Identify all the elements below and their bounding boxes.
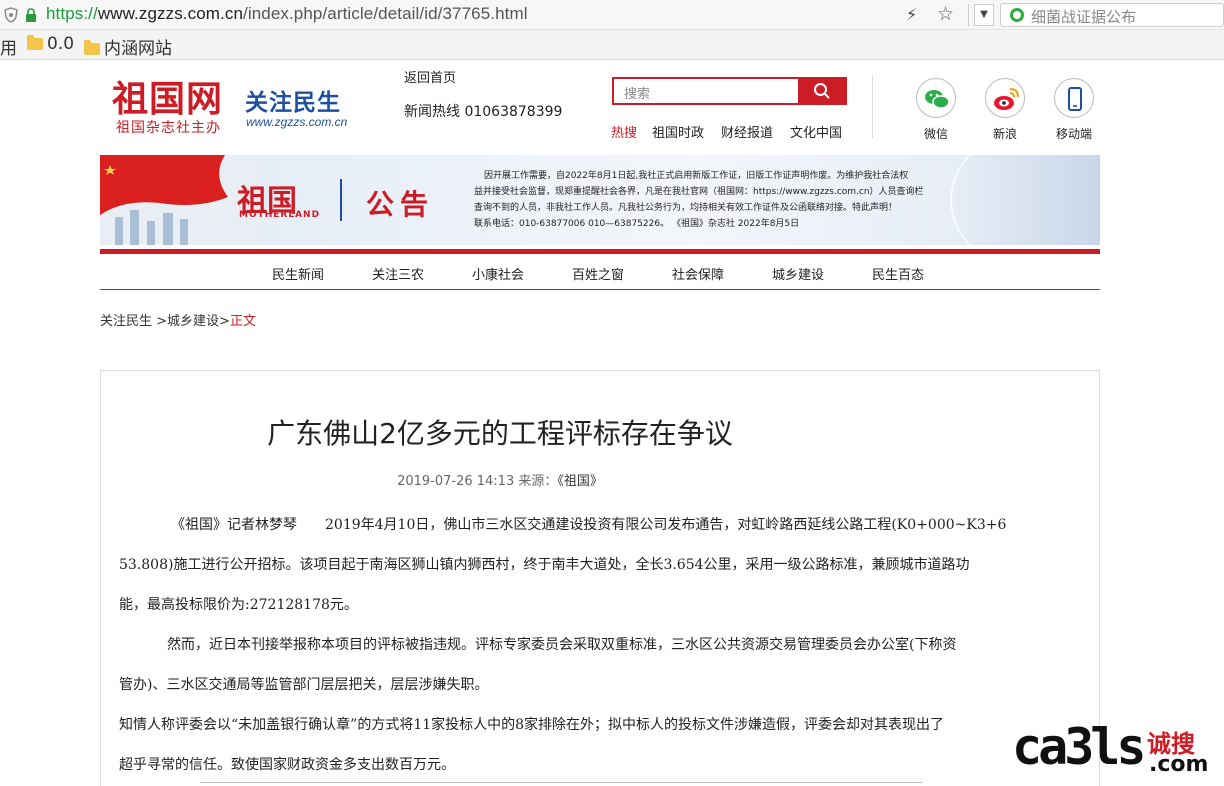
bookmark-folder-0-0[interactable]: 0.0 [27, 34, 74, 54]
wechat-label: 微信 [923, 127, 948, 141]
search-button[interactable] [798, 77, 847, 105]
banner-notice: 因开展工作需要，自2022年8月1日起,我社正式启用新版工作证，旧版工作证声明作… [474, 168, 988, 232]
nav-top-bar [100, 249, 1100, 254]
article-paragraph-line: 53.808)施工进行公开招标。该项目起于南海区狮山镇内狮西村，终于南丰大道处，… [119, 557, 970, 573]
hot-search-label: 热搜 [611, 126, 638, 141]
divider [968, 4, 969, 26]
site-search-input[interactable]: 搜索 [612, 77, 798, 105]
article-meta: 2019-07-26 14:13 来源：《祖国》 [0, 470, 1000, 489]
breadcrumb-link-minsheng[interactable]: 关注民生 > [100, 314, 167, 329]
notice-line: 因开展工作需要，自2022年8月1日起,我社正式启用新版工作证，旧版工作证声明作… [484, 171, 909, 181]
article-paragraph-line: 《祖国》记者林梦琴 2019年4月10日，佛山市三水区交通建设投资有限公司发布通… [171, 517, 1007, 533]
article-paragraph-line: 管办)、三水区交通局等监管部门层层把关，层层涉嫌失职。 [119, 677, 489, 693]
article-paragraph-line: 能，最高投标限价为:272128178元。 [119, 597, 358, 613]
logo-slogan: 关注民生 [245, 90, 341, 116]
lightning-icon[interactable]: ⚡ [906, 5, 917, 24]
nav-item-chengxiang[interactable]: 城乡建设 [772, 264, 824, 283]
url-host: www.zgzzs.com.cn [97, 4, 244, 23]
shield-icon[interactable] [4, 7, 18, 23]
breadcrumb: 关注民生 >城乡建设>正文 [100, 310, 256, 329]
star-icon[interactable]: ☆ [937, 3, 954, 25]
nav-item-sannong[interactable]: 关注三农 [372, 264, 424, 283]
banner-brand-en: MOTHERLAND [239, 210, 321, 220]
bookmark-label: 内涵网站 [104, 39, 172, 59]
url-path: /index.php/article/detail/id/37765.html [243, 4, 528, 23]
folder-icon [27, 35, 43, 50]
weibo-label: 新浪 [992, 127, 1017, 141]
mobile-label: 移动端 [1055, 127, 1092, 141]
search-placeholder: 搜索 [624, 87, 651, 102]
watermark-brand: ca3ls [1012, 718, 1147, 776]
banner-title: 公告 [366, 188, 435, 221]
browser-search-box[interactable]: 细菌战证据公布 [1000, 3, 1224, 27]
browser-search-text: 细菌战证据公布 [1031, 8, 1137, 26]
bookmarks-bar: 用 0.0 内涵网站 [0, 30, 1224, 60]
article-title: 广东佛山2亿多元的工程评标存在争议 [267, 417, 733, 450]
divider [100, 289, 1100, 290]
announcement-banner[interactable]: 祖国 MOTHERLAND 公告 因开展工作需要，自2022年8月1日起,我社正… [100, 155, 1100, 245]
weibo-icon[interactable] [985, 78, 1025, 118]
hot-link-caijing[interactable]: 财经报道 [721, 122, 773, 141]
nav-item-minsheng[interactable]: 民生新闻 [272, 264, 324, 283]
nav-item-baixing[interactable]: 百姓之窗 [572, 264, 624, 283]
divider [872, 75, 873, 138]
hot-link-shizheng[interactable]: 祖国时政 [652, 122, 704, 141]
notice-line: 查询不到的人员，非我社工作人员。凡我社公务行为，均持相关有效工作证件及公函联络对… [474, 203, 898, 213]
nav-item-shebao[interactable]: 社会保障 [672, 264, 724, 283]
bookmark-folder-neihan[interactable]: 内涵网站 [84, 34, 172, 59]
divider [200, 782, 922, 783]
breadcrumb-current: 正文 [229, 314, 256, 329]
chevron-down-icon[interactable]: ▼ [974, 4, 994, 26]
nav-item-xiaokang[interactable]: 小康社会 [472, 264, 524, 283]
flag-graphic [100, 155, 260, 245]
site-logo[interactable]: 祖国网 [112, 70, 223, 122]
hot-link-wenhua[interactable]: 文化中国 [790, 122, 842, 141]
url-scheme: https:// [46, 4, 98, 23]
mobile-icon[interactable] [1054, 78, 1094, 118]
wechat-icon[interactable] [916, 78, 956, 118]
lock-icon[interactable] [24, 7, 38, 23]
home-link[interactable]: 返回首页 [404, 67, 456, 86]
logo-subtitle: 祖国杂志社主办 [116, 120, 221, 136]
divider [340, 179, 342, 221]
folder-icon [84, 40, 100, 55]
watermark-domain: .com [1149, 752, 1209, 777]
url-input[interactable]: https://www.zgzzs.com.cn/index.php/artic… [46, 4, 528, 24]
breadcrumb-link-chengxiang[interactable]: 城乡建设> [167, 314, 230, 329]
nav-item-baitai[interactable]: 民生百态 [872, 264, 924, 283]
article-paragraph-line: 然而，近日本刊接举报称本项目的评标被指违规。评标专家委员会采取双重标准，三水区公… [167, 637, 957, 653]
search-icon [814, 83, 830, 99]
notice-line: 益并接受社会监督，现郑重提醒社会各界，凡是在我社官网（祖国网：https://w… [474, 187, 924, 197]
article-date: 2019-07-26 14:13 [397, 474, 515, 489]
source-label: 来源： [518, 474, 558, 489]
bookmark-label: 0.0 [47, 34, 75, 54]
browser-address-bar: https://www.zgzzs.com.cn/index.php/artic… [0, 0, 1224, 30]
logo-url: www.zgzzs.com.cn [246, 115, 348, 129]
article-paragraph-line: 超乎寻常的信任。致使国家财政资金多支出数百万元。 [119, 757, 455, 773]
article-source: 《祖国》 [557, 474, 603, 489]
news-hotline: 新闻热线 01063878399 [404, 104, 563, 120]
article-paragraph-line: 知情人称评委会以“未加盖银行确认章”的方式将11家投标人中的8家排除在外；拟中标… [119, 717, 945, 733]
search-engine-icon [1010, 8, 1024, 22]
notice-line: 联系电话：010-63877006 010—63875226。 《祖国》杂志社 … [474, 219, 800, 229]
bookmark-item[interactable]: 用 [0, 34, 17, 59]
